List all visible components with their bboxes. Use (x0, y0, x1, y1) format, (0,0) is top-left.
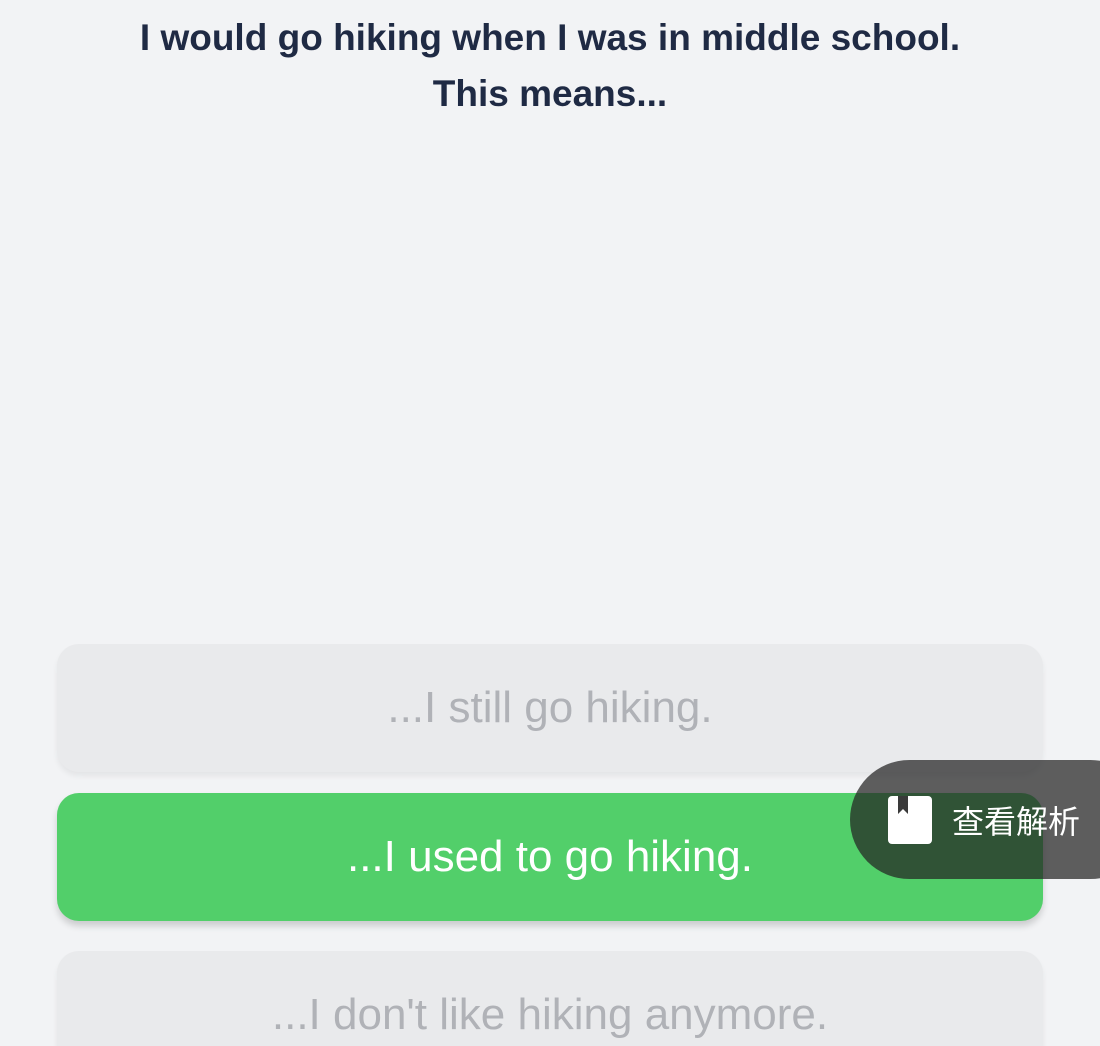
answer-option-label: ...I still go hiking. (387, 683, 713, 732)
view-explanation-label: 查看解析 (952, 802, 1081, 841)
question-line-2: This means... (432, 73, 668, 114)
question-prompt: I would go hiking when I was in middle s… (0, 10, 1100, 122)
answer-option-3[interactable]: ...I don't like hiking anymore. (57, 951, 1043, 1046)
answer-option-label: ...I used to go hiking. (346, 832, 754, 881)
answer-option-label: ...I don't like hiking anymore. (271, 990, 829, 1039)
view-explanation-button[interactable]: 查看解析 (850, 760, 1100, 879)
quiz-screen: I would go hiking when I was in middle s… (0, 0, 1100, 1046)
bookmark-book-icon (888, 795, 932, 844)
question-line-1: I would go hiking when I was in middle s… (139, 17, 961, 58)
answer-option-1[interactable]: ...I still go hiking. (57, 644, 1043, 772)
